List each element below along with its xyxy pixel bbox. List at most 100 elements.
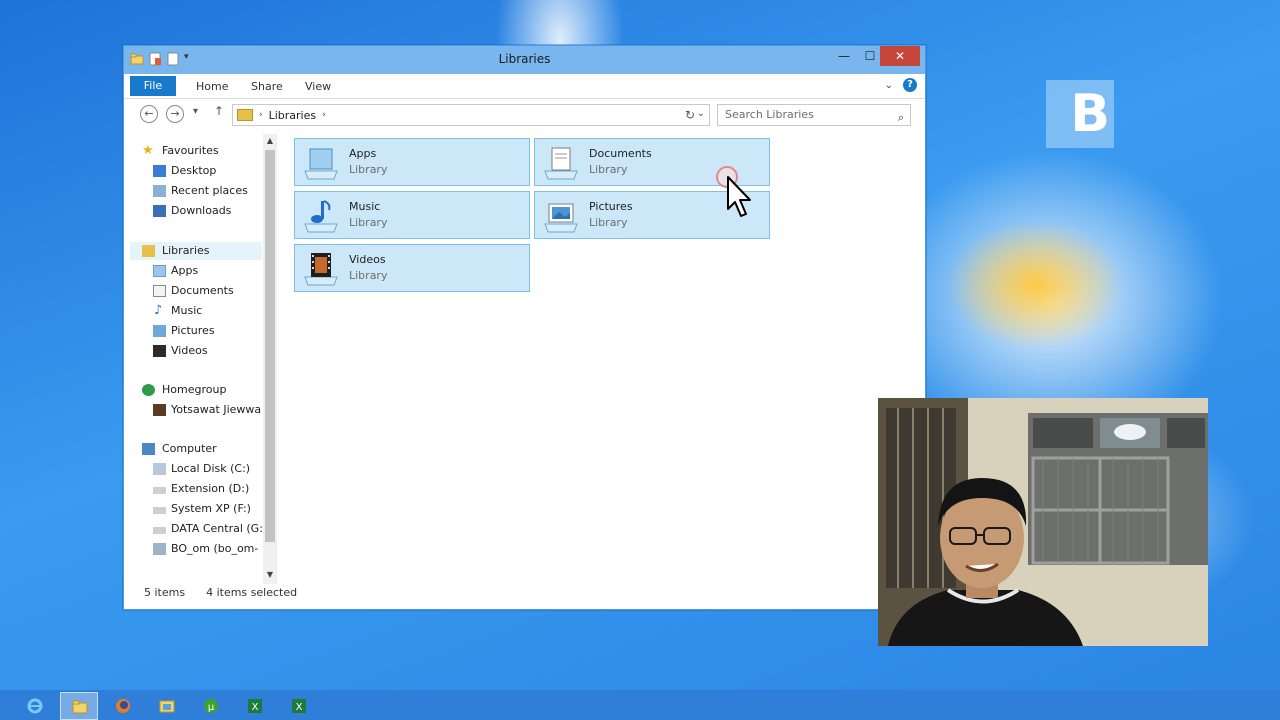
drive-icon xyxy=(153,527,166,534)
computer-icon xyxy=(142,443,155,455)
firefox-icon xyxy=(116,699,130,713)
chevron-right-icon: › xyxy=(259,110,263,120)
sidebar-item-recent-places[interactable]: Recent places xyxy=(130,182,262,200)
internet-explorer-icon xyxy=(27,698,43,714)
libraries-folder-icon xyxy=(237,109,253,121)
excel-icon: X xyxy=(292,699,306,713)
documents-library-icon xyxy=(544,147,578,180)
taskbar: µ X X xyxy=(0,690,1280,720)
tab-share[interactable]: Share xyxy=(251,78,283,96)
sidebar-item-documents[interactable]: Documents xyxy=(130,282,262,300)
library-tile-videos[interactable]: Videos Library xyxy=(294,244,530,292)
sidebar-item-favourites[interactable]: ★ Favourites xyxy=(130,142,262,160)
sidebar-item-apps[interactable]: Apps xyxy=(130,262,262,280)
library-tile-music[interactable]: Music Library xyxy=(294,191,530,239)
refresh-icon[interactable]: ↻ xyxy=(685,108,695,122)
item-count: 5 items xyxy=(144,586,186,599)
tab-file[interactable]: File xyxy=(130,76,176,96)
videos-library-icon xyxy=(153,345,166,357)
pictures-library-icon xyxy=(153,325,166,337)
scroll-up-icon[interactable]: ▲ xyxy=(264,136,276,145)
sidebar-item-music[interactable]: ♪ Music xyxy=(130,302,262,320)
sidebar-item-system-xp[interactable]: System XP (F:) xyxy=(130,500,262,518)
taskbar-internet-explorer[interactable] xyxy=(16,692,54,720)
breadcrumb-libraries[interactable]: Libraries xyxy=(269,109,317,122)
address-bar[interactable]: › Libraries › ⌄ xyxy=(232,104,710,126)
title-bar[interactable]: ▾ Libraries — ☐ ✕ xyxy=(124,46,925,74)
avatar xyxy=(153,404,166,416)
downloads-icon xyxy=(153,205,166,217)
network-drive-icon xyxy=(153,543,166,555)
address-dropdown-icon[interactable]: ⌄ xyxy=(697,108,705,119)
apps-library-icon xyxy=(153,265,166,277)
sidebar-item-data-central[interactable]: DATA Central (G: xyxy=(130,520,262,538)
documents-library-icon xyxy=(153,285,166,297)
tab-view[interactable]: View xyxy=(305,78,331,96)
taskbar-file-explorer[interactable] xyxy=(60,692,98,720)
help-icon[interactable]: ? xyxy=(903,78,917,92)
navigation-pane: ★ Favourites Desktop Recent places Downl… xyxy=(130,134,262,584)
b-logo-watermark: B xyxy=(1046,80,1114,148)
libraries-icon xyxy=(142,245,155,257)
taskbar-excel[interactable]: X xyxy=(236,692,274,720)
homegroup-icon xyxy=(142,384,155,396)
drive-icon xyxy=(153,487,166,494)
taskbar-excel-2[interactable]: X xyxy=(280,692,318,720)
music-library-icon xyxy=(304,200,338,233)
sidebar-item-local-disk[interactable]: Local Disk (C:) xyxy=(130,460,262,478)
sidebar-item-homegroup[interactable]: Homegroup xyxy=(130,381,262,399)
sidebar-item-extension[interactable]: Extension (D:) xyxy=(130,480,262,498)
sidebar-item-downloads[interactable]: Downloads xyxy=(130,202,262,220)
sidebar-item-network-share[interactable]: BO_om (bo_om- xyxy=(130,540,262,558)
tab-home[interactable]: Home xyxy=(196,78,228,96)
search-placeholder: Search Libraries xyxy=(725,108,814,121)
svg-text:X: X xyxy=(296,702,303,713)
sidebar-item-desktop[interactable]: Desktop xyxy=(130,162,262,180)
excel-icon: X xyxy=(248,699,262,713)
drive-icon xyxy=(153,507,166,514)
expand-ribbon-icon[interactable]: ⌄ xyxy=(885,80,893,91)
back-button[interactable]: ← xyxy=(140,105,158,123)
music-note-icon: ♪ xyxy=(154,303,163,318)
minimize-button[interactable]: — xyxy=(831,46,857,66)
taskbar-photo-viewer[interactable] xyxy=(148,692,186,720)
star-icon: ★ xyxy=(142,143,154,158)
videos-library-icon xyxy=(304,253,338,286)
explorer-window: ▾ Libraries — ☐ ✕ File Home Share View ⌄… xyxy=(123,45,926,610)
search-input[interactable]: Search Libraries ⌕ xyxy=(717,104,911,126)
sidebar-item-videos[interactable]: Videos xyxy=(130,342,262,360)
nav-scrollbar[interactable]: ▲ ▼ xyxy=(263,134,277,584)
library-tile-apps[interactable]: Apps Library xyxy=(294,138,530,186)
selection-count: 4 items selected xyxy=(206,586,298,599)
sidebar-item-pictures[interactable]: Pictures xyxy=(130,322,262,340)
webcam-overlay xyxy=(878,398,1208,646)
svg-text:µ: µ xyxy=(208,702,215,713)
sidebar-item-computer[interactable]: Computer xyxy=(130,440,262,458)
utorrent-icon: µ xyxy=(204,699,218,713)
address-row: ← → ▾ ↑ › Libraries › ⌄ ↻ Search Librari… xyxy=(124,100,925,132)
up-arrow-icon[interactable]: ↑ xyxy=(214,104,224,118)
file-explorer-icon xyxy=(72,700,88,714)
scroll-thumb[interactable] xyxy=(265,150,275,542)
pictures-library-icon xyxy=(544,203,578,233)
window-title: Libraries xyxy=(498,52,551,66)
sidebar-item-libraries[interactable]: Libraries xyxy=(130,242,262,260)
drive-icon xyxy=(153,463,166,475)
recent-places-icon xyxy=(153,185,166,197)
svg-text:X: X xyxy=(252,702,259,713)
taskbar-firefox[interactable] xyxy=(104,692,142,720)
sidebar-item-homegroup-user[interactable]: Yotsawat Jiewwa xyxy=(130,401,262,419)
taskbar-utorrent[interactable]: µ xyxy=(192,692,230,720)
ribbon-tabs: File Home Share View ⌄ ? xyxy=(124,74,925,99)
recent-locations-icon[interactable]: ▾ xyxy=(193,106,198,117)
chevron-right-icon[interactable]: › xyxy=(322,110,326,120)
close-button[interactable]: ✕ xyxy=(880,46,920,66)
status-bar: 5 items 4 items selected xyxy=(144,586,297,599)
scroll-down-icon[interactable]: ▼ xyxy=(264,570,276,579)
desktop-icon xyxy=(153,165,166,177)
forward-button[interactable]: → xyxy=(166,105,184,123)
apps-library-icon xyxy=(304,148,338,180)
mouse-cursor-icon xyxy=(716,166,751,217)
search-icon[interactable]: ⌕ xyxy=(898,108,904,128)
photo-viewer-icon xyxy=(159,700,175,713)
